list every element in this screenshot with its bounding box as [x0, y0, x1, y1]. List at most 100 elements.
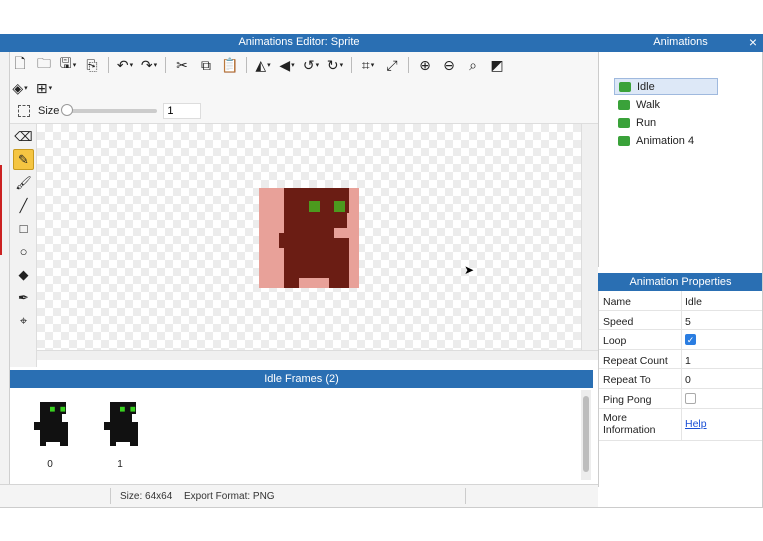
toolbar-separator [351, 57, 352, 73]
contrast-button[interactable]: ◩ [487, 55, 507, 75]
chevron-down-icon[interactable]: ▾ [316, 61, 320, 69]
brush-tool[interactable]: 🖌 [13, 172, 34, 193]
status-size: Size: 64x64 [120, 491, 173, 502]
chevron-down-icon[interactable]: ▾ [291, 61, 295, 69]
open-folder-icon: 🗀 [37, 55, 51, 71]
property-name: Ping Pong [603, 394, 652, 406]
property-name: Loop [603, 335, 627, 348]
cut-button[interactable]: ✂ [172, 55, 192, 75]
rotate-left-icon: ↺ [302, 56, 315, 73]
chevron-down-icon[interactable]: ▾ [371, 61, 375, 69]
tools-palette: ⌫ ✎ 🖌 ╱ □ ○ ◆ ✒ ⌖ [10, 124, 37, 367]
property-value[interactable]: Idle [685, 296, 702, 308]
paste-button[interactable]: 📋 [220, 55, 240, 75]
new-file-button[interactable]: 🗋 [10, 55, 30, 75]
frame-thumbnail[interactable]: 0 [30, 402, 70, 470]
chevron-down-icon[interactable]: ▾ [24, 84, 28, 92]
size-slider[interactable] [61, 103, 158, 116]
property-value[interactable]: 0 [685, 374, 691, 386]
crop-button[interactable]: ⌗ ▾ [358, 55, 378, 75]
chevron-down-icon[interactable]: ▾ [340, 61, 344, 69]
flip-vertical-button[interactable]: ◀ ▾ [277, 55, 297, 75]
zoom-fit-button[interactable]: ⌕ [463, 55, 483, 75]
sprite-eye [334, 201, 345, 212]
property-row: Repeat Count 1 [599, 350, 763, 370]
property-row: Loop ✓ [599, 330, 763, 350]
sprite-eye [309, 201, 320, 212]
frame-sprite-eye [130, 406, 136, 412]
chevron-down-icon[interactable]: ▾ [49, 84, 53, 92]
frames-strip: 01 [10, 388, 593, 484]
frame-sprite [34, 402, 68, 446]
filmstrip-icon [618, 117, 630, 128]
undo-button[interactable]: ↶ ▾ [115, 55, 135, 75]
property-value[interactable]: 1 [685, 355, 691, 367]
rectangle-tool[interactable]: □ [13, 218, 34, 239]
canvas-horizontal-scrollbar[interactable] [37, 350, 598, 360]
chevron-down-icon[interactable]: ▾ [130, 61, 134, 69]
background-accent [0, 165, 2, 255]
property-name: More Information [603, 411, 656, 436]
save-icon: 🖫 [59, 55, 72, 71]
size-input[interactable] [163, 102, 202, 119]
cut-icon: ✂ [176, 56, 188, 73]
help-link[interactable]: Help [685, 418, 707, 430]
property-row: Speed 5 [599, 311, 763, 331]
status-separator [465, 488, 466, 504]
rotate-left-button[interactable]: ↺ ▾ [301, 55, 321, 75]
animation-item[interactable]: Run [614, 114, 718, 131]
open-folder-button[interactable]: 🗀 [34, 55, 54, 75]
resize-button[interactable]: ⤢ [382, 55, 402, 75]
drawing-canvas[interactable] [37, 124, 598, 356]
frame-number: 0 [47, 459, 53, 470]
animation-item[interactable]: Idle [614, 78, 718, 95]
move-tool[interactable]: ⌖ [13, 310, 34, 331]
chevron-down-icon[interactable]: ▾ [267, 61, 271, 69]
sprite-preview[interactable] [259, 188, 359, 288]
fill-tool[interactable]: ◆ [13, 264, 34, 285]
frame-sprite [104, 402, 138, 446]
eyedropper-tool[interactable]: ✒ [13, 287, 34, 308]
chevron-down-icon[interactable]: ▾ [73, 61, 77, 69]
line-tool[interactable]: ╱ [13, 195, 34, 216]
chevron-down-icon[interactable]: ▾ [154, 61, 158, 69]
animations-panel-header: Animations [653, 36, 708, 48]
mouse-cursor-icon: ➤ [464, 263, 475, 277]
save-button[interactable]: 🖫 ▾ [58, 55, 78, 75]
size-slider-knob[interactable] [61, 103, 74, 116]
property-value[interactable]: 5 [685, 316, 691, 328]
property-checkbox[interactable] [685, 393, 696, 404]
zoom-in-icon: ⊕ [419, 56, 431, 73]
property-name: Repeat To [603, 374, 651, 387]
grid-button[interactable]: ⊞ ▾ [34, 78, 54, 98]
animation-item[interactable]: Animation 4 [614, 132, 718, 149]
eraser-tool[interactable]: ⌫ [13, 126, 34, 147]
toolbar-separator [108, 57, 109, 73]
zoom-out-button[interactable]: ⊖ [439, 55, 459, 75]
frames-scrollbar-thumb[interactable] [583, 396, 589, 472]
copy-button[interactable]: ⧉ [196, 55, 216, 75]
redo-button[interactable]: ↷ ▾ [139, 55, 159, 75]
status-bar: Size: 64x64 Export Format: PNG [0, 484, 598, 507]
layers-button[interactable]: ◈ ▾ [10, 78, 30, 98]
toolbar-separator [165, 57, 166, 73]
flip-horizontal-button[interactable]: ◭ ▾ [253, 55, 273, 75]
close-icon[interactable]: × [749, 34, 757, 50]
ellipse-tool[interactable]: ○ [13, 241, 34, 262]
copy-icon: ⧉ [201, 56, 211, 73]
status-separator [110, 488, 111, 504]
selection-icon[interactable] [18, 104, 30, 117]
filmstrip-icon [618, 135, 630, 146]
export-button[interactable]: ⎘ [82, 55, 102, 75]
rotate-right-button[interactable]: ↻ ▾ [325, 55, 345, 75]
animation-item[interactable]: Walk [614, 96, 718, 113]
zoom-in-button[interactable]: ⊕ [415, 55, 435, 75]
pencil-tool[interactable]: ✎ [13, 149, 34, 170]
size-label: Size [38, 104, 60, 117]
crop-icon: ⌗ [361, 56, 370, 73]
canvas-vertical-scrollbar[interactable] [581, 124, 598, 356]
filmstrip-icon [618, 99, 630, 110]
property-checkbox[interactable]: ✓ [685, 334, 696, 346]
frame-thumbnail[interactable]: 1 [100, 402, 140, 470]
frames-scrollbar[interactable] [581, 390, 591, 480]
